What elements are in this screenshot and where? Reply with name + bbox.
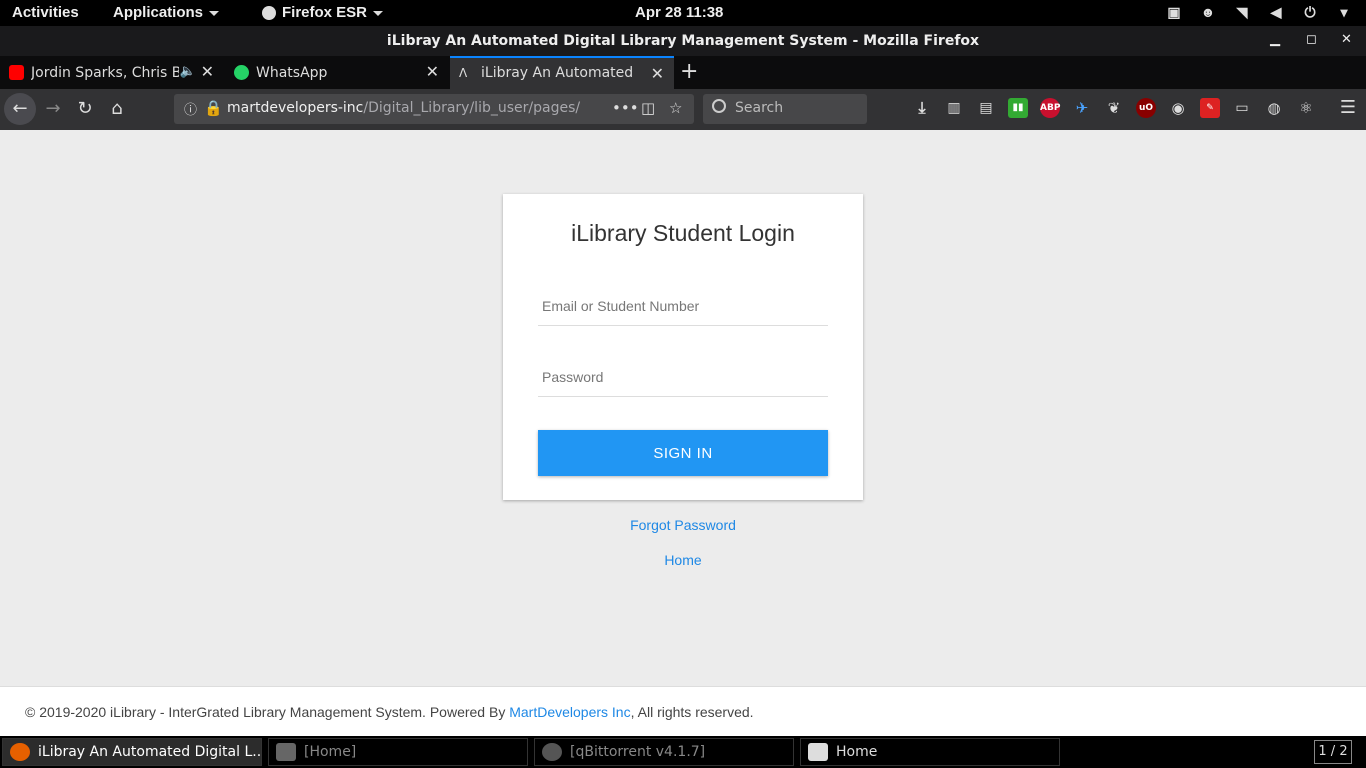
applications-label: Applications: [113, 4, 204, 21]
url-bar[interactable]: ⓘ 🔒 martdevelopers-inc/Digital_Library/l…: [174, 94, 694, 124]
sign-in-button[interactable]: SIGN IN: [538, 430, 828, 476]
close-tab-icon[interactable]: ✕: [651, 64, 664, 83]
screen-extension-icon[interactable]: ▭: [1232, 98, 1252, 118]
power-icon[interactable]: ⏻: [1302, 4, 1318, 20]
maximize-button[interactable]: ◻: [1306, 32, 1317, 47]
close-tab-icon[interactable]: ✕: [426, 62, 439, 81]
applications-menu[interactable]: Applications: [113, 4, 220, 21]
react-devtools-icon[interactable]: ⚛: [1296, 98, 1316, 118]
window-list: iLibray An Automated Digital L... [Home]…: [0, 736, 1366, 768]
meter-extension-icon[interactable]: ▮▮: [1008, 98, 1028, 118]
firefox-icon: [262, 6, 276, 21]
gnome-top-bar: Activities Applications Firefox ESR Apr …: [0, 0, 1366, 26]
clock[interactable]: Apr 28 11:38: [635, 4, 723, 21]
close-window-button[interactable]: ✕: [1341, 32, 1352, 47]
airplane-extension-icon[interactable]: ✈: [1072, 98, 1092, 118]
search-placeholder: Search: [735, 100, 784, 116]
menu-icon[interactable]: ☰: [1340, 97, 1356, 118]
system-tray: ▣ ☻ ◥ ◀ ⏻ ▾: [1166, 4, 1352, 20]
page-icon: Λ: [459, 66, 468, 80]
bookmark-star-icon[interactable]: ☆: [669, 99, 682, 117]
screenshot-icon[interactable]: ▣: [1166, 4, 1182, 20]
forgot-password-link[interactable]: Forgot Password: [0, 517, 1366, 533]
task-label: Home: [836, 744, 878, 760]
gnome-extension-icon[interactable]: ❦: [1104, 98, 1124, 118]
firefox-icon: [10, 743, 30, 761]
tab-whatsapp[interactable]: WhatsApp ✕: [225, 56, 449, 89]
home-button[interactable]: ⌂: [102, 94, 132, 124]
footer-prefix: © 2019-2020 iLibrary - InterGrated Libra…: [25, 704, 510, 720]
search-box[interactable]: Search: [703, 94, 867, 124]
task-label: iLibray An Automated Digital L...: [38, 744, 262, 760]
download-icon[interactable]: ⤓: [912, 98, 932, 118]
library-icon[interactable]: ▥: [944, 98, 964, 118]
tab-label: Jordin Sparks, Chris Brown: [31, 65, 179, 81]
whatsapp-icon: [234, 65, 249, 80]
info-icon[interactable]: ⓘ: [184, 99, 197, 118]
login-card: iLibrary Student Login SIGN IN: [503, 194, 863, 500]
reload-button[interactable]: ↻: [70, 94, 100, 124]
volume-icon[interactable]: ◀: [1268, 4, 1284, 20]
password-field[interactable]: [538, 357, 828, 397]
url-path: /Digital_Library/lib_user/pages/: [363, 100, 581, 116]
footer-text: © 2019-2020 iLibrary - InterGrated Libra…: [25, 704, 754, 720]
tab-label: WhatsApp: [256, 65, 328, 81]
new-tab-icon[interactable]: +: [680, 59, 698, 84]
task-home[interactable]: Home: [800, 738, 1060, 766]
folder-icon: [808, 743, 828, 761]
email-field[interactable]: [538, 286, 828, 326]
people-icon[interactable]: ☻: [1200, 4, 1216, 20]
ublock-icon[interactable]: uO: [1136, 98, 1156, 118]
home-link[interactable]: Home: [0, 552, 1366, 568]
minimize-button[interactable]: ▁: [1270, 32, 1280, 47]
page-actions-icon[interactable]: •••: [612, 99, 639, 117]
pocket-icon[interactable]: ◫: [641, 99, 655, 117]
youtube-icon: [9, 65, 24, 80]
url-host: martdevelopers-inc: [227, 100, 364, 116]
folder-icon: [276, 743, 296, 761]
forward-button[interactable]: →: [38, 94, 68, 124]
task-files-home[interactable]: [Home]: [268, 738, 528, 766]
navigation-toolbar: ← → ↻ ⌂ ⓘ 🔒 martdevelopers-inc/Digital_L…: [0, 89, 1366, 130]
firefox-app-menu[interactable]: Firefox ESR: [262, 4, 384, 21]
task-firefox[interactable]: iLibray An Automated Digital L...: [2, 738, 262, 766]
workspace-pager[interactable]: 1 / 2: [1314, 740, 1352, 764]
chevron-down-icon: [209, 10, 220, 16]
chevron-down-icon[interactable]: ▾: [1336, 4, 1352, 20]
wifi-icon[interactable]: ◥: [1234, 4, 1250, 20]
close-tab-icon[interactable]: ✕: [201, 62, 214, 81]
tab-strip: Jordin Sparks, Chris Brown 🔈 ✕ WhatsApp …: [0, 56, 1366, 89]
activities-button[interactable]: Activities: [12, 4, 79, 21]
footer-suffix: , All rights reserved.: [630, 704, 754, 720]
window-titlebar: iLibray An Automated Digital Library Man…: [0, 26, 1366, 56]
firefox-app-label: Firefox ESR: [282, 4, 368, 21]
login-title: iLibrary Student Login: [571, 220, 795, 246]
footer-link[interactable]: MartDevelopers Inc: [509, 704, 630, 720]
insecure-lock-icon[interactable]: 🔒: [204, 99, 223, 117]
back-button[interactable]: ←: [4, 93, 36, 125]
tab-label: iLibray An Automated Digital: [481, 65, 637, 81]
sidebar-icon[interactable]: ▤: [976, 98, 996, 118]
tab-ilibrary[interactable]: Λ iLibray An Automated Digital ✕: [450, 56, 674, 89]
account-icon[interactable]: ◉: [1168, 98, 1188, 118]
globe-icon[interactable]: ◍: [1264, 98, 1284, 118]
pdf-extension-icon[interactable]: ✎: [1200, 98, 1220, 118]
chevron-down-icon: [373, 10, 384, 16]
qbittorrent-icon: [542, 743, 562, 761]
window-title: iLibray An Automated Digital Library Man…: [386, 33, 980, 49]
task-label: [qBittorrent v4.1.7]: [570, 744, 706, 760]
toolbar-extensions: ⤓ ▥ ▤ ▮▮ ABP ✈ ❦ uO ◉ ✎ ▭ ◍ ⚛: [912, 98, 1316, 118]
page-footer: © 2019-2020 iLibrary - InterGrated Libra…: [0, 686, 1366, 736]
tab-youtube[interactable]: Jordin Sparks, Chris Brown 🔈 ✕: [0, 56, 224, 89]
task-qbittorrent[interactable]: [qBittorrent v4.1.7]: [534, 738, 794, 766]
task-label: [Home]: [304, 744, 357, 760]
url-text[interactable]: martdevelopers-inc/Digital_Library/lib_u…: [227, 100, 582, 116]
search-icon: [712, 99, 726, 113]
page-content: iLibrary Student Login SIGN IN Forgot Pa…: [0, 130, 1366, 686]
adblock-icon[interactable]: ABP: [1040, 98, 1060, 118]
speaker-icon[interactable]: 🔈: [180, 64, 196, 79]
